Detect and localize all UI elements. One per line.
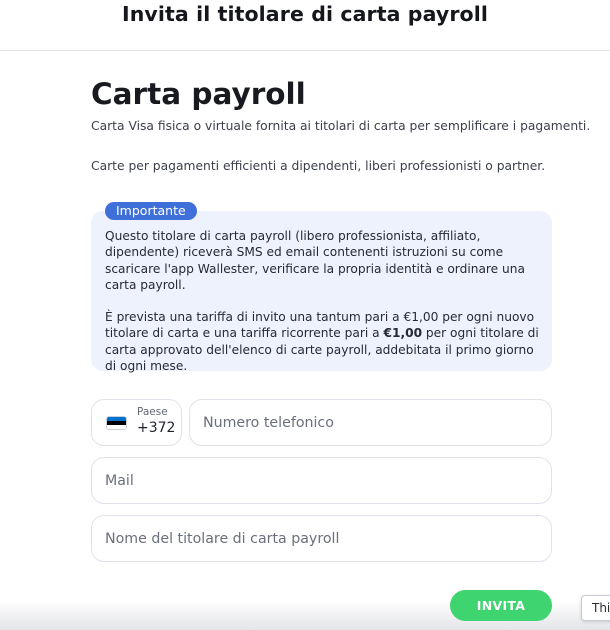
important-badge: Importante xyxy=(105,202,197,220)
mail-input[interactable] xyxy=(92,458,551,503)
estonia-flag-icon xyxy=(106,416,127,430)
page-title: Carta payroll xyxy=(91,77,306,111)
notice-paragraph-2: È prevista una tariffa di invito una tan… xyxy=(105,309,545,374)
country-label: Paese xyxy=(137,406,168,418)
country-selector[interactable]: Paese +372 xyxy=(91,399,182,446)
mail-field[interactable] xyxy=(91,457,552,504)
flag-stripe-white xyxy=(107,424,126,429)
country-code: +372 xyxy=(137,420,176,436)
holder-name-field[interactable] xyxy=(91,515,552,562)
holder-name-input[interactable] xyxy=(92,516,551,561)
phone-field[interactable] xyxy=(189,399,552,446)
notice-paragraph-1: Questo titolare di carta payroll (libero… xyxy=(105,229,525,292)
page-header-title: Invita il titolare di carta payroll xyxy=(122,2,488,26)
phone-input[interactable] xyxy=(190,400,551,445)
header-bar: Invita il titolare di carta payroll xyxy=(0,0,610,51)
notice-fee-amount: €1,00 xyxy=(383,326,423,341)
notice-text: Questo titolare di carta payroll (libero… xyxy=(105,228,545,374)
page-description: Carte per pagamenti efficienti a dipende… xyxy=(91,159,546,173)
invite-button[interactable]: INVITA xyxy=(450,590,552,621)
important-notice: Importante Questo titolare di carta payr… xyxy=(91,202,552,374)
page-subtitle: Carta Visa fisica o virtuale fornita ai … xyxy=(91,119,591,133)
floating-chip[interactable]: Thi xyxy=(581,595,610,621)
